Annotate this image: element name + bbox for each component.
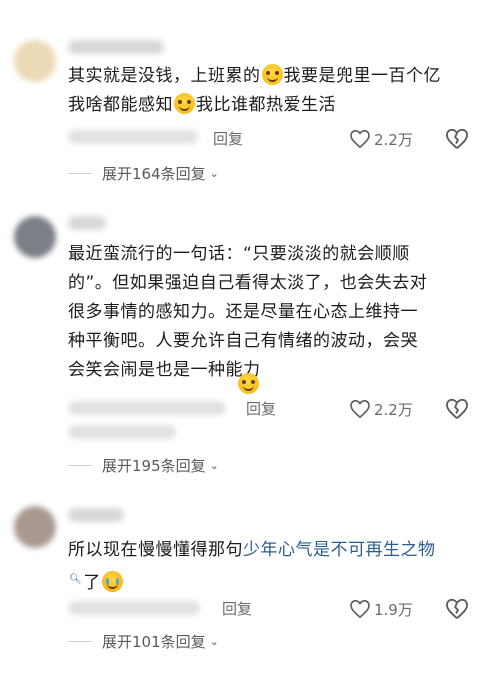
heart-outline-icon [350, 600, 370, 618]
broken-heart-icon[interactable] [446, 128, 468, 150]
avatar[interactable] [14, 40, 56, 82]
broken-heart-icon[interactable] [446, 398, 468, 420]
expand-replies-button[interactable]: 展开195条回复 ⌄ [68, 455, 219, 475]
timestamp-blurred [68, 130, 198, 144]
chevron-down-icon: ⌄ [209, 458, 219, 472]
expand-replies-button[interactable]: 展开101条回复 ⌄ [68, 631, 219, 651]
like-button[interactable]: 2.2万 [350, 127, 413, 151]
like-count: 1.9万 [374, 600, 413, 619]
crying-emoji-icon [101, 571, 123, 592]
avatar[interactable] [14, 506, 56, 548]
divider [68, 640, 92, 642]
heart-outline-icon [350, 130, 370, 148]
timestamp-blurred [68, 601, 200, 615]
chevron-down-icon: ⌄ [209, 166, 219, 180]
expand-replies-button[interactable]: 展开164条回复 ⌄ [68, 163, 219, 183]
search-icon[interactable]: 🔍︎ [69, 574, 82, 585]
location-blurred [68, 425, 176, 439]
grin-emoji-icon [261, 64, 283, 85]
like-button[interactable]: 2.2万 [350, 397, 413, 421]
comment-text: 最近蛮流行的一句话：“只要淡淡的就会顺顺的”。但如果强迫自己看得太淡了，也会失去… [68, 244, 428, 380]
like-count: 2.2万 [374, 400, 413, 419]
chevron-down-icon: ⌄ [209, 634, 219, 648]
username-blurred[interactable] [68, 508, 124, 522]
divider [68, 172, 92, 174]
like-count: 2.2万 [374, 130, 413, 149]
username-blurred[interactable] [68, 40, 164, 54]
reply-button[interactable]: 回复 [213, 128, 243, 149]
avatar[interactable] [14, 216, 56, 258]
timestamp-blurred [68, 401, 226, 415]
broken-heart-icon[interactable] [446, 598, 468, 620]
comment-text: 其实就是没钱，上班累的 我要是兜里一百个亿 我啥都能感知 我比谁都热爱生活 [68, 64, 441, 115]
comment-text: 所以现在慢慢懂得那句少年心气是不可再生之物🔍︎了 [68, 540, 436, 593]
grin-emoji-icon [174, 93, 195, 114]
reply-button[interactable]: 回复 [246, 398, 276, 419]
reply-button[interactable]: 回复 [222, 598, 252, 619]
username-blurred[interactable] [68, 216, 106, 230]
heart-outline-icon [350, 400, 370, 418]
divider [68, 464, 92, 466]
like-button[interactable]: 1.9万 [350, 597, 413, 621]
grin-emoji-icon [238, 373, 259, 394]
search-keyword-link[interactable]: 少年心气是不可再生之物 [243, 540, 436, 560]
